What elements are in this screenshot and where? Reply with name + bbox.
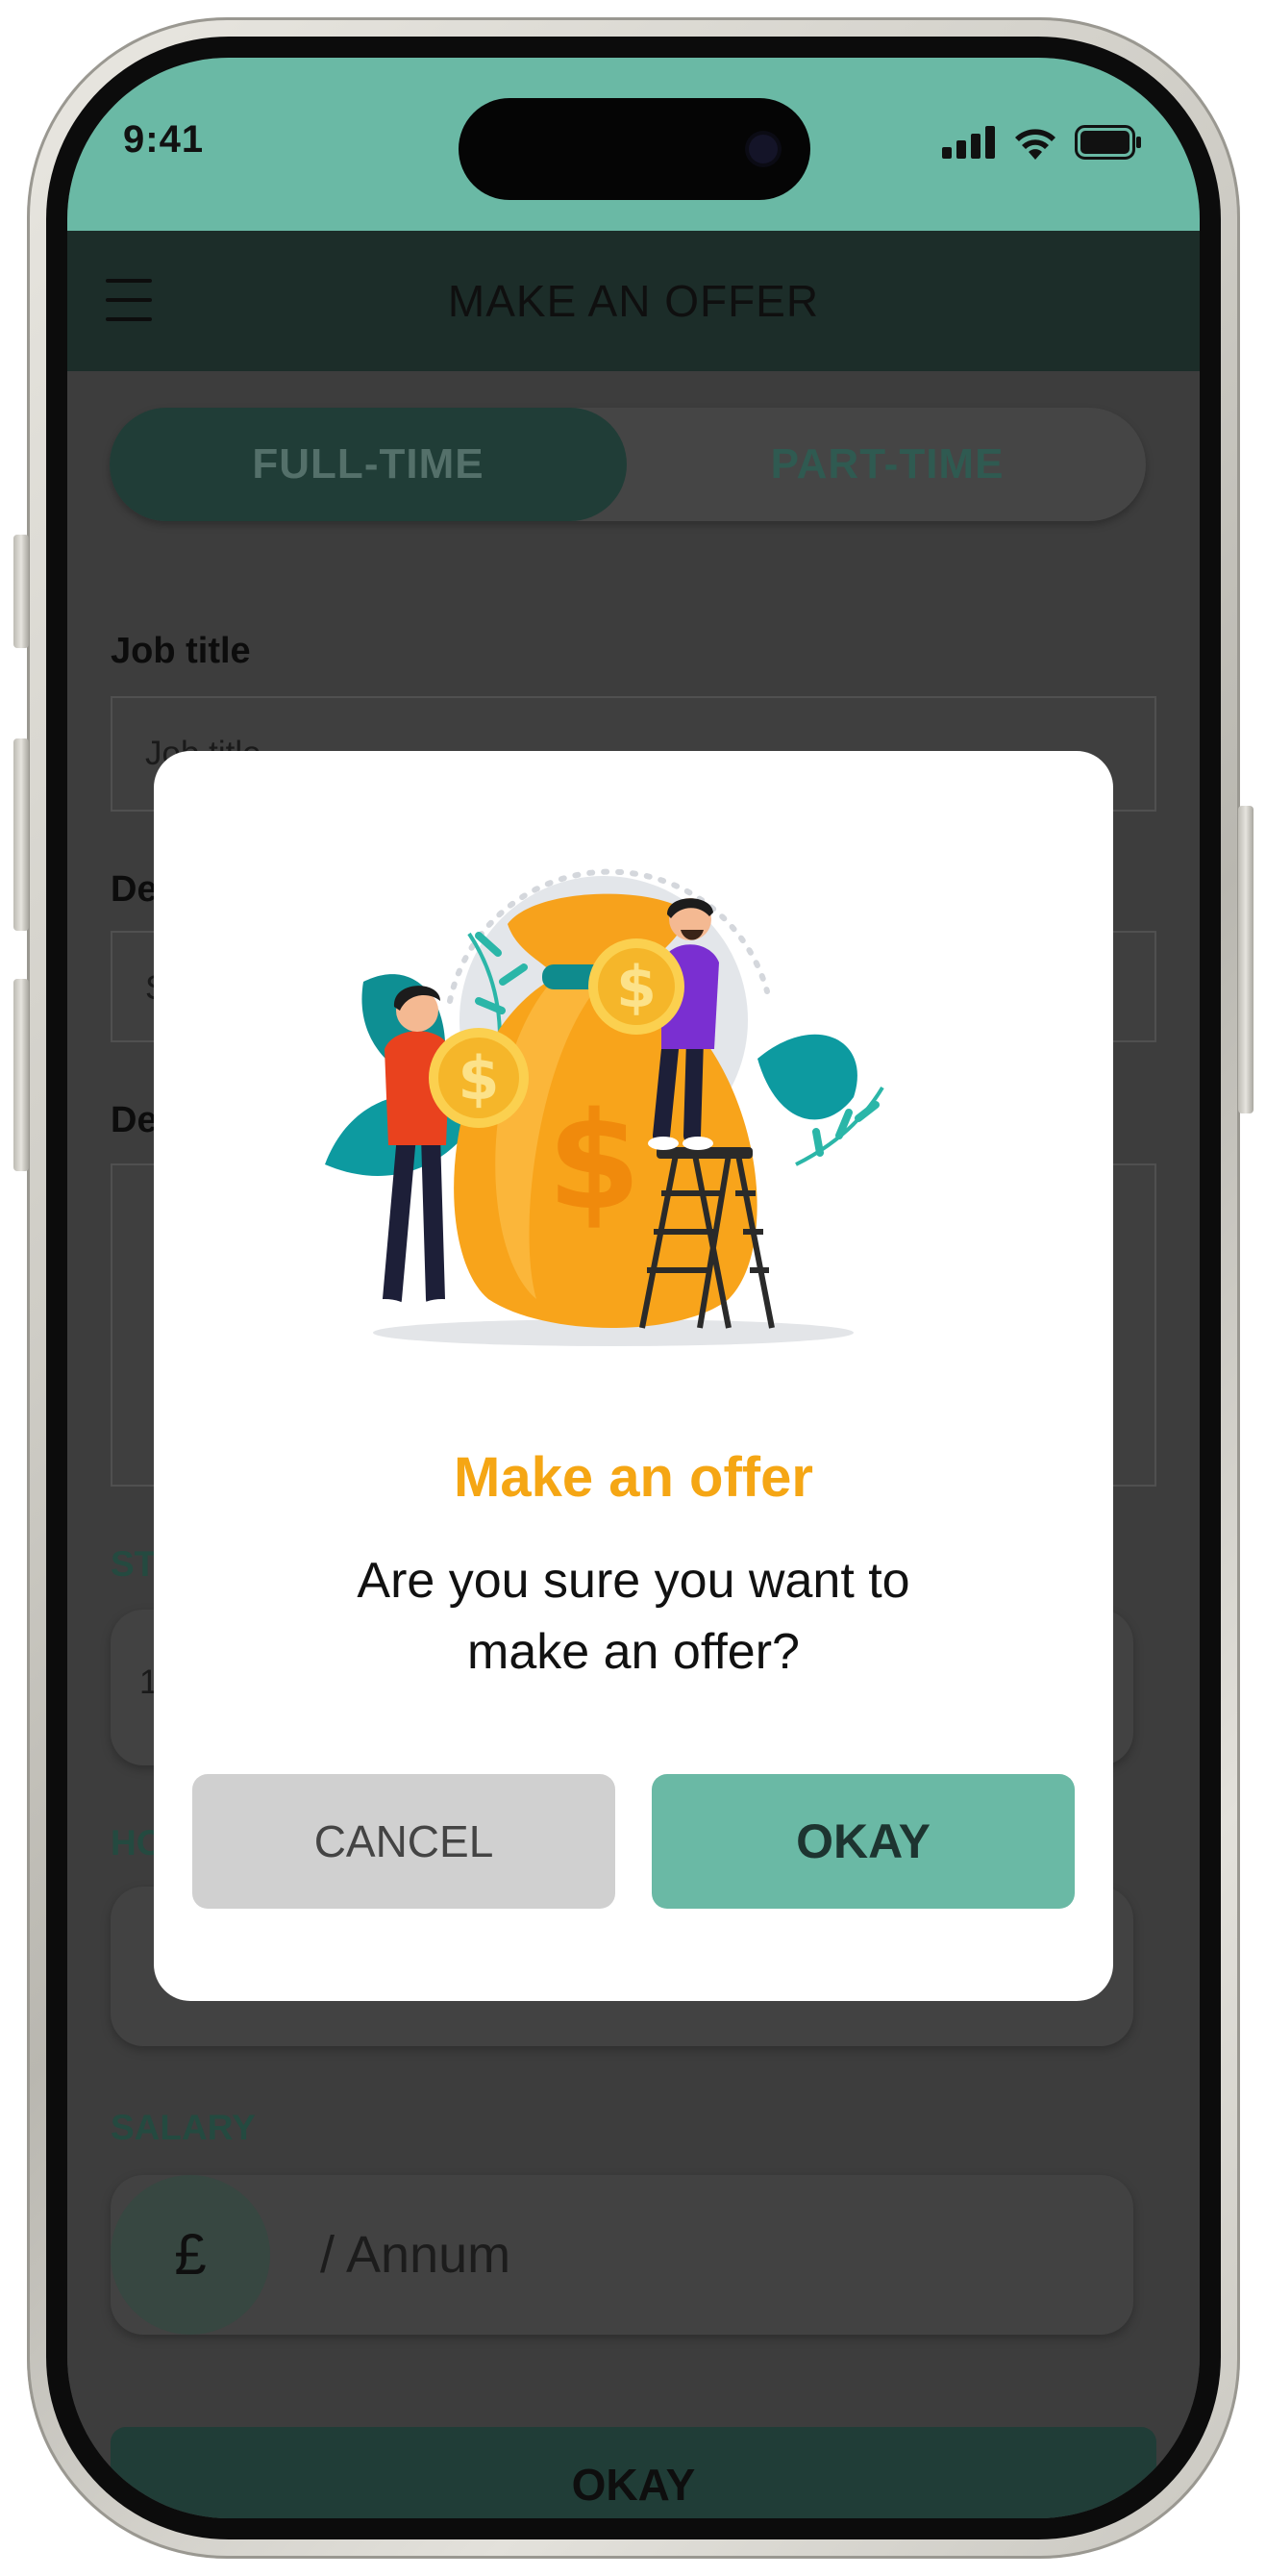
job-title-label: Job title [111,631,251,671]
start-label: ST [111,1544,157,1584]
field-3-label: De [111,1100,158,1140]
currency-symbol: £ [111,2175,270,2335]
cellular-signal-icon [942,126,995,159]
svg-text:$: $ [458,1043,499,1113]
wifi-icon [1015,129,1055,160]
job-type-toggle: FULL-TIME PART-TIME [110,408,1146,521]
dialog-message: Are you sure you want to make an offer? [357,1553,910,1680]
battery-icon [1075,125,1141,160]
cancel-button[interactable]: CANCEL [192,1774,615,1909]
page-title: MAKE AN OFFER [447,276,820,326]
screen: 9:41 MAKE AN OFFER FULL-TIME PART-TIME J… [67,58,1200,2518]
tab-full-time[interactable]: FULL-TIME [110,408,627,521]
money-bag-illustration: $ $ $ [325,868,884,1346]
app-bar: MAKE AN OFFER [67,231,1200,371]
status-icons [942,125,1142,160]
action-button [13,535,29,648]
salary-label: SALARY [111,2108,256,2147]
salary-suffix: / Annum [320,2226,511,2284]
power-button [1238,806,1254,1113]
svg-text:$: $ [547,1084,640,1240]
volume-down-button [13,979,29,1171]
volume-up-button [13,738,29,931]
tab-part-time[interactable]: PART-TIME [629,408,1146,521]
status-bar: 9:41 [67,58,1200,231]
salary-field[interactable]: £ / Annum [111,2175,1133,2335]
svg-text:$: $ [616,954,657,1021]
confirm-offer-dialog: $ $ $ Make an offer Are you sure you wan… [154,751,1113,2001]
camera-icon [749,135,778,163]
dynamic-island [459,98,810,200]
field-2-label: De [111,869,158,910]
dialog-title: Make an offer [454,1446,813,1509]
okay-button[interactable]: OKAY [652,1774,1075,1909]
status-time: 9:41 [123,118,205,161]
submit-okay-button[interactable]: OKAY [111,2427,1156,2518]
